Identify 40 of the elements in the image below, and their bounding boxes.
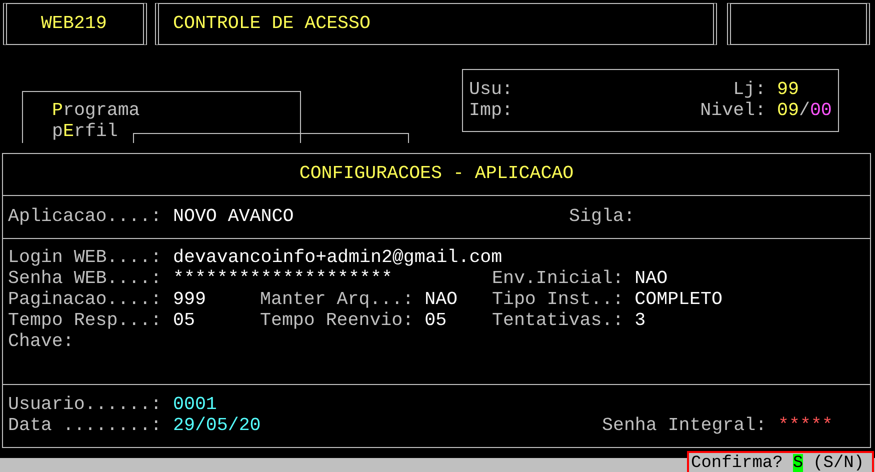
field-value: devavancoinfo+admin2@gmail.com (173, 248, 502, 269)
field-label: Tipo Inst..: (492, 290, 624, 311)
field-label: Tempo Resp...: (8, 311, 163, 332)
field-label: Sigla: (569, 206, 635, 228)
field-label: Manter Arq...: (260, 290, 414, 311)
field-value: 3 (634, 311, 646, 332)
field-label: Chave: (8, 332, 75, 353)
field-label: Usuario......: (8, 395, 163, 416)
level-label: Nivel: (700, 101, 766, 122)
field-label: Tentativas.: (492, 311, 624, 332)
field-value: 05 (173, 311, 195, 332)
menu-item[interactable]: Programa (52, 101, 140, 122)
field-label: Aplicacao....: (8, 206, 163, 228)
field-value: 05 (424, 311, 447, 332)
store-label: Lj: (733, 80, 766, 101)
field-label: Env.Inicial: (492, 269, 624, 290)
field-label: Login WEB....: (8, 248, 163, 269)
field-label: Data ........: (8, 416, 163, 437)
printer-label: Imp: (469, 101, 513, 122)
field-label: Tempo Reenvio: (260, 311, 414, 332)
program-code: WEB219 (41, 14, 107, 34)
panel-title: CONFIGURACOES - APLICACAO (299, 164, 574, 185)
field-value: NOVO AVANCO (173, 206, 295, 228)
field-label: Paginacao....: (8, 290, 163, 311)
field-value: 0001 (173, 395, 217, 416)
field-label: Senha WEB....: (8, 269, 163, 290)
field-value: NAO (634, 269, 668, 290)
field-value: ******************** (173, 269, 392, 290)
user-label: Usu: (469, 80, 513, 101)
field-value: 999 (173, 290, 206, 311)
field-value: NAO (424, 290, 458, 311)
confirm-prompt: Confirma? S (S/N) (687, 451, 874, 472)
field-value: COMPLETO (634, 290, 722, 311)
field-value: 29/05/20 (173, 416, 262, 437)
field-label: Senha Integral: (602, 416, 768, 437)
level-value: 09/00 (777, 101, 832, 122)
screen-title: CONTROLE DE ACESSO (173, 14, 370, 34)
store-value: 99 (777, 80, 800, 101)
menu-item[interactable]: pErfil (52, 122, 140, 143)
field-value: ***** (778, 416, 833, 437)
